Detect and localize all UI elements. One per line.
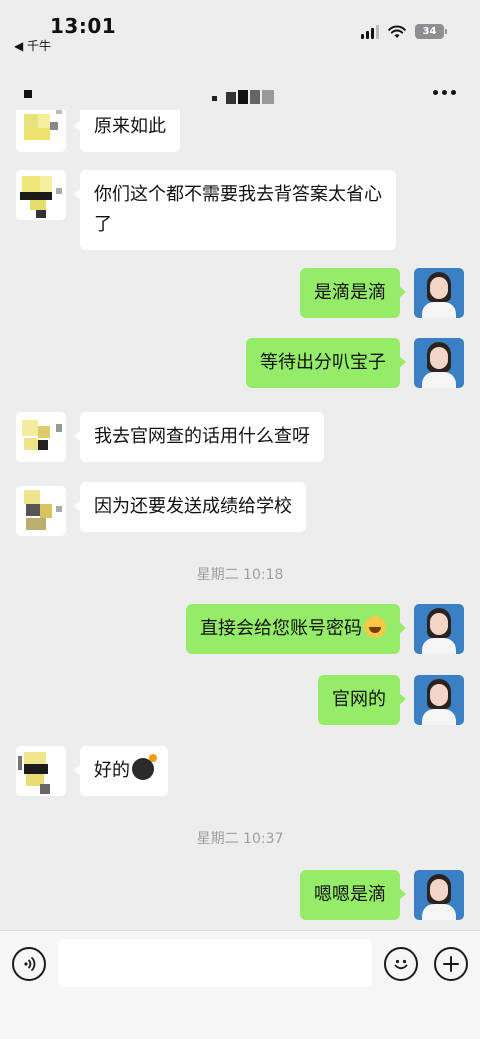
peer-avatar[interactable] bbox=[16, 486, 66, 536]
self-avatar[interactable] bbox=[414, 338, 464, 388]
peer-avatar[interactable] bbox=[16, 412, 66, 462]
self-avatar[interactable] bbox=[414, 675, 464, 725]
plus-button[interactable] bbox=[434, 947, 468, 981]
chat-title-redacted bbox=[200, 88, 280, 108]
peer-avatar[interactable] bbox=[16, 110, 66, 152]
self-avatar[interactable] bbox=[414, 870, 464, 920]
voice-icon bbox=[24, 957, 36, 971]
message-text: 好的 bbox=[94, 760, 130, 781]
message-bubble[interactable]: 官网的 bbox=[318, 675, 406, 725]
voice-button[interactable] bbox=[12, 947, 46, 981]
back-to-app-link[interactable]: ◀ 千牛 bbox=[14, 37, 51, 54]
emoji-button[interactable] bbox=[384, 947, 418, 981]
plus-icon bbox=[443, 956, 459, 972]
message-bubble[interactable]: 嗯嗯是滴 bbox=[300, 870, 406, 920]
battery-icon: 34 bbox=[415, 24, 447, 39]
status-bar: 13:01 ◀ 千牛 34 bbox=[0, 0, 480, 60]
message-bubble[interactable]: 原来如此 bbox=[74, 110, 180, 152]
message-bubble[interactable]: 好的 bbox=[74, 746, 168, 796]
signal-icon bbox=[361, 24, 379, 39]
timestamp: 星期二 10:37 bbox=[196, 831, 284, 847]
laughing-tears-emoji-icon bbox=[364, 616, 386, 638]
chat-message-list[interactable]: 原来如此 你们这个都不需要我去背答案太省心了 是滴是滴 等待出分叭宝子 我去官网… bbox=[0, 110, 480, 930]
message-bubble[interactable]: 我去官网查的话用什么查呀 bbox=[74, 412, 324, 462]
self-avatar[interactable] bbox=[414, 604, 464, 654]
back-button[interactable] bbox=[24, 90, 32, 98]
self-avatar[interactable] bbox=[414, 268, 464, 318]
status-time: 13:01 bbox=[50, 14, 117, 38]
message-input[interactable] bbox=[58, 939, 372, 987]
timestamp: 星期二 10:18 bbox=[196, 567, 284, 583]
message-bubble[interactable]: 是滴是滴 bbox=[300, 268, 406, 318]
peer-avatar[interactable] bbox=[16, 746, 66, 796]
input-bar bbox=[0, 930, 480, 1039]
message-text: 直接会给您账号密码 bbox=[200, 618, 362, 639]
peer-avatar[interactable] bbox=[16, 170, 66, 220]
message-bubble[interactable]: 直接会给您账号密码 bbox=[186, 604, 406, 654]
more-icon[interactable] bbox=[433, 90, 456, 95]
emoji-icon bbox=[394, 959, 408, 970]
message-bubble[interactable]: 你们这个都不需要我去背答案太省心了 bbox=[74, 170, 396, 250]
bomb-emoji-icon bbox=[132, 754, 157, 780]
wifi-icon bbox=[388, 25, 406, 38]
message-bubble[interactable]: 因为还要发送成绩给学校 bbox=[74, 482, 306, 532]
status-icons: 34 bbox=[361, 24, 447, 39]
message-bubble[interactable]: 等待出分叭宝子 bbox=[246, 338, 406, 388]
